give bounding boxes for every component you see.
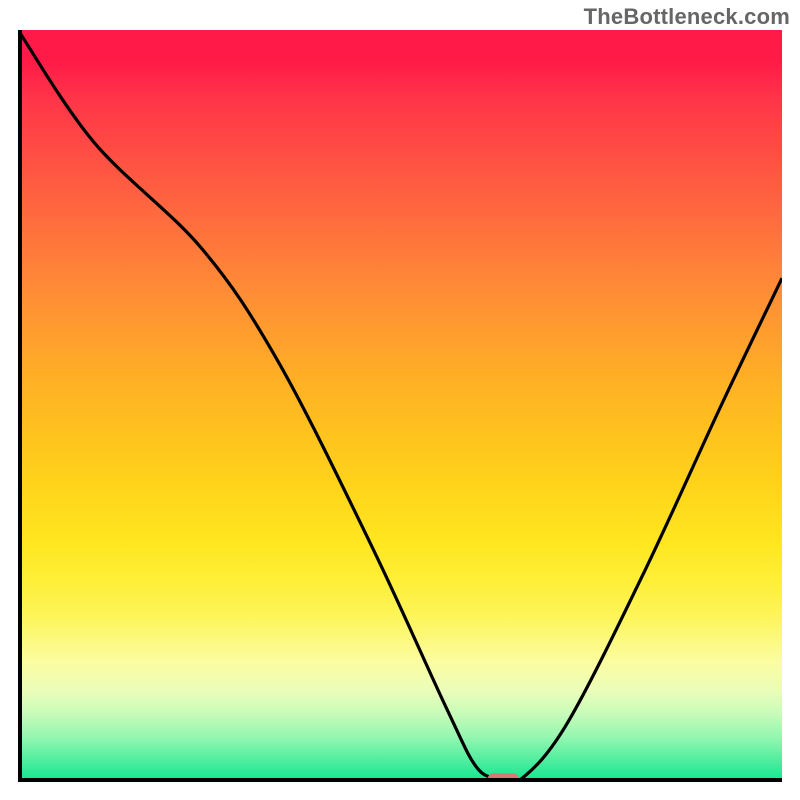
watermark-text: TheBottleneck.com — [584, 4, 790, 30]
chart-container: TheBottleneck.com — [0, 0, 800, 800]
plot-area — [18, 30, 782, 782]
bottleneck-curve — [18, 30, 782, 782]
curve-svg — [18, 30, 782, 782]
optimal-marker — [488, 773, 519, 782]
